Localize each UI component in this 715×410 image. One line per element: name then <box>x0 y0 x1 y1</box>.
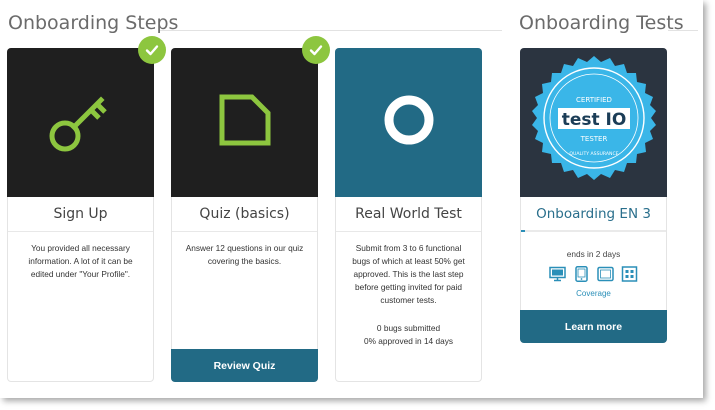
onboarding-steps-title: Onboarding Steps <box>8 12 179 34</box>
test-progress-bar <box>521 230 666 232</box>
certified-tester-badge-icon: CERTIFIED test IO TESTER QUALITY ASSURAN… <box>526 52 662 193</box>
card-divider <box>336 231 481 232</box>
section-divider <box>160 30 502 31</box>
badge-top-label: CERTIFIED <box>576 96 612 104</box>
test-ends-label: ends in 2 days <box>566 249 621 259</box>
coverage-link[interactable]: Coverage <box>521 289 666 298</box>
step-stats: 0 bugs submitted 0% approved in 14 days <box>344 322 473 348</box>
step-card-sign-up[interactable]: Sign Up You provided all necessary infor… <box>7 48 154 382</box>
completed-check-icon <box>302 36 330 64</box>
smartphone-icon <box>573 265 591 282</box>
bugs-submitted-stat: 0 bugs submitted <box>376 323 441 333</box>
onboarding-tests-title: Onboarding Tests <box>519 12 684 34</box>
step-title: Quiz (basics) <box>199 206 290 222</box>
onboarding-panel: Onboarding Steps Onboarding Tests Sign U… <box>0 0 703 398</box>
ring-icon <box>369 80 449 165</box>
badge-arc-text: QUALITY ASSURANCE <box>569 151 618 157</box>
step-description: Answer 12 questions in our quiz covering… <box>185 243 304 266</box>
onboarding-test-card[interactable]: CERTIFIED test IO TESTER QUALITY ASSURAN… <box>520 48 667 343</box>
step-media <box>171 48 318 197</box>
key-icon <box>41 80 121 165</box>
badge-bottom-label: TESTER <box>579 135 607 143</box>
badge-main-text: test IO <box>561 110 626 130</box>
step-media <box>335 48 482 197</box>
step-description: Submit from 3 to 6 functional bugs of wh… <box>352 243 465 305</box>
test-title[interactable]: Onboarding EN 3 <box>521 206 666 222</box>
learn-more-button[interactable]: Learn more <box>520 310 667 343</box>
card-divider <box>8 231 153 232</box>
step-media <box>7 48 154 197</box>
approval-stat: 0% approved in 14 days <box>363 336 454 346</box>
card-divider <box>172 231 317 232</box>
test-progress-fill <box>521 230 526 232</box>
review-quiz-button[interactable]: Review Quiz <box>171 349 318 382</box>
step-title: Sign Up <box>53 206 108 222</box>
step-card-real-world-test[interactable]: Real World Test Submit from 3 to 6 funct… <box>335 48 482 382</box>
test-media: CERTIFIED test IO TESTER QUALITY ASSURAN… <box>520 48 667 197</box>
step-title: Real World Test <box>355 206 462 222</box>
section-divider <box>668 30 698 31</box>
step-card-quiz[interactable]: Quiz (basics) Answer 12 questions in our… <box>171 48 318 382</box>
tablet-icon <box>597 265 615 282</box>
device-coverage-icons <box>521 265 666 282</box>
completed-check-icon <box>138 36 166 64</box>
desktop-icon <box>549 265 567 282</box>
step-description: You provided all necessary information. … <box>28 243 133 279</box>
grid-icon <box>621 265 639 282</box>
document-icon <box>205 80 285 165</box>
